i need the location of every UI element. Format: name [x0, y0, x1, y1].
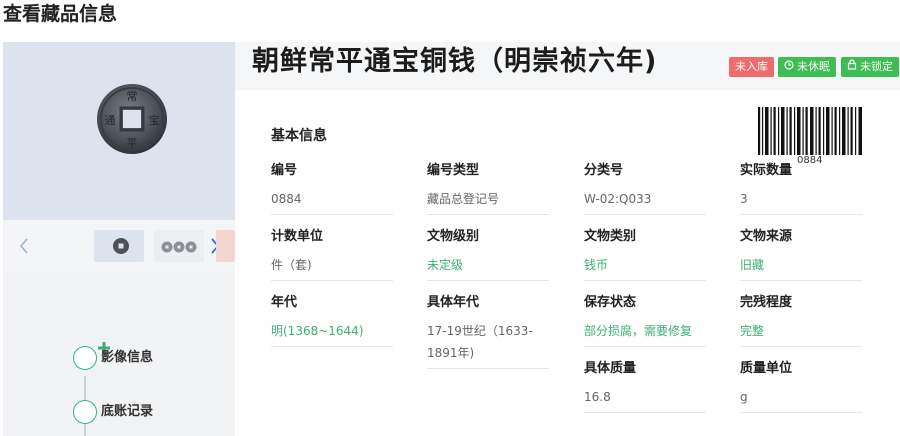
field-specific-mass: 具体质量 16.8	[584, 360, 706, 413]
section-title-basic-info: 基本信息	[271, 128, 327, 144]
lock-icon	[847, 57, 857, 77]
field-label: 编号类型	[427, 163, 480, 178]
field-value: 旧藏	[740, 254, 862, 281]
item-title: 朝鲜常平通宝铜钱（明崇祯六年)	[252, 46, 658, 77]
field-value: 16.8	[584, 386, 706, 413]
field-value: 钱币	[584, 254, 706, 281]
field-label: 保存状态	[584, 295, 637, 310]
field-classification-code: 分类号 W-02:Q033	[584, 162, 706, 215]
status-badge-dormant: 未休眠	[778, 57, 836, 77]
field-value: 未定级	[427, 254, 549, 281]
field-value: 藏品总登记号	[427, 188, 549, 215]
badge-label: 未入库	[735, 60, 768, 73]
chevron-left-icon[interactable]	[15, 234, 33, 258]
field-label: 质量单位	[740, 361, 793, 376]
field-relic-source: 文物来源 旧藏	[740, 228, 862, 281]
status-badge-lock: 未锁定	[841, 57, 899, 77]
left-panel: 常 平 通 宝 影像信息 底账记录	[3, 42, 235, 436]
field-count-unit: 计数单位 件（套)	[271, 228, 393, 281]
field-value: 3	[740, 188, 862, 215]
timeline-node[interactable]	[73, 346, 97, 370]
field-label: 计数单位	[271, 229, 324, 244]
field-value: 部分损腐，需要修复	[584, 320, 706, 347]
field-relic-level: 文物级别 未定级	[427, 228, 549, 281]
field-label: 分类号	[584, 163, 624, 178]
svg-text:宝: 宝	[149, 113, 160, 127]
field-value: W-02:Q033	[584, 188, 706, 215]
timeline-item-ledger[interactable]: 底账记录	[101, 403, 153, 421]
field-specific-era: 具体年代 17-19世纪（1633-1891年)	[427, 294, 549, 369]
badge-label: 未锁定	[860, 60, 893, 73]
thumbnail-2[interactable]	[154, 230, 204, 262]
field-label: 具体质量	[584, 361, 637, 376]
field-preservation-state: 保存状态 部分损腐，需要修复	[584, 294, 706, 347]
field-label: 文物类别	[584, 229, 637, 244]
field-label: 完残程度	[740, 295, 793, 310]
svg-text:常: 常	[127, 90, 138, 103]
field-number: 编号 0884	[271, 162, 393, 215]
timeline-node[interactable]	[73, 400, 97, 424]
field-relic-category: 文物类别 钱币	[584, 228, 706, 281]
field-label: 编号	[271, 163, 298, 178]
field-era: 年代 明(1368~1644)	[271, 294, 393, 347]
field-completeness: 完残程度 完整	[740, 294, 862, 347]
thumbnail-3[interactable]	[216, 230, 235, 262]
field-value: 完整	[740, 320, 862, 347]
field-label: 文物级别	[427, 229, 480, 244]
field-label: 实际数量	[740, 163, 793, 178]
field-number-type: 编号类型 藏品总登记号	[427, 162, 549, 215]
field-value: 明(1368~1644)	[271, 320, 393, 347]
field-value: 件（套)	[271, 254, 393, 281]
timeline: 影像信息 底账记录	[3, 272, 235, 436]
field-label: 具体年代	[427, 295, 480, 310]
field-actual-quantity: 实际数量 3	[740, 162, 862, 215]
svg-text:平: 平	[127, 137, 138, 150]
field-label: 年代	[271, 295, 298, 310]
barcode	[758, 107, 862, 155]
timeline-item-imaging[interactable]: 影像信息	[101, 349, 153, 367]
field-value: g	[740, 386, 862, 413]
coin-image: 常 平 通 宝	[97, 84, 167, 154]
svg-text:通: 通	[105, 114, 116, 127]
status-badge-storage: 未入库	[729, 57, 774, 77]
main-image[interactable]: 常 平 通 宝	[3, 42, 235, 220]
clock-icon	[784, 57, 794, 77]
thumbnail-strip	[3, 220, 235, 272]
field-value: 0884	[271, 188, 393, 215]
field-value: 17-19世纪（1633-1891年)	[427, 320, 549, 369]
field-mass-unit: 质量单位 g	[740, 360, 862, 413]
badge-label: 未休眠	[797, 60, 830, 73]
field-label: 文物来源	[740, 229, 793, 244]
page-title: 查看藏品信息	[3, 3, 118, 25]
thumbnail-1[interactable]	[94, 230, 144, 262]
